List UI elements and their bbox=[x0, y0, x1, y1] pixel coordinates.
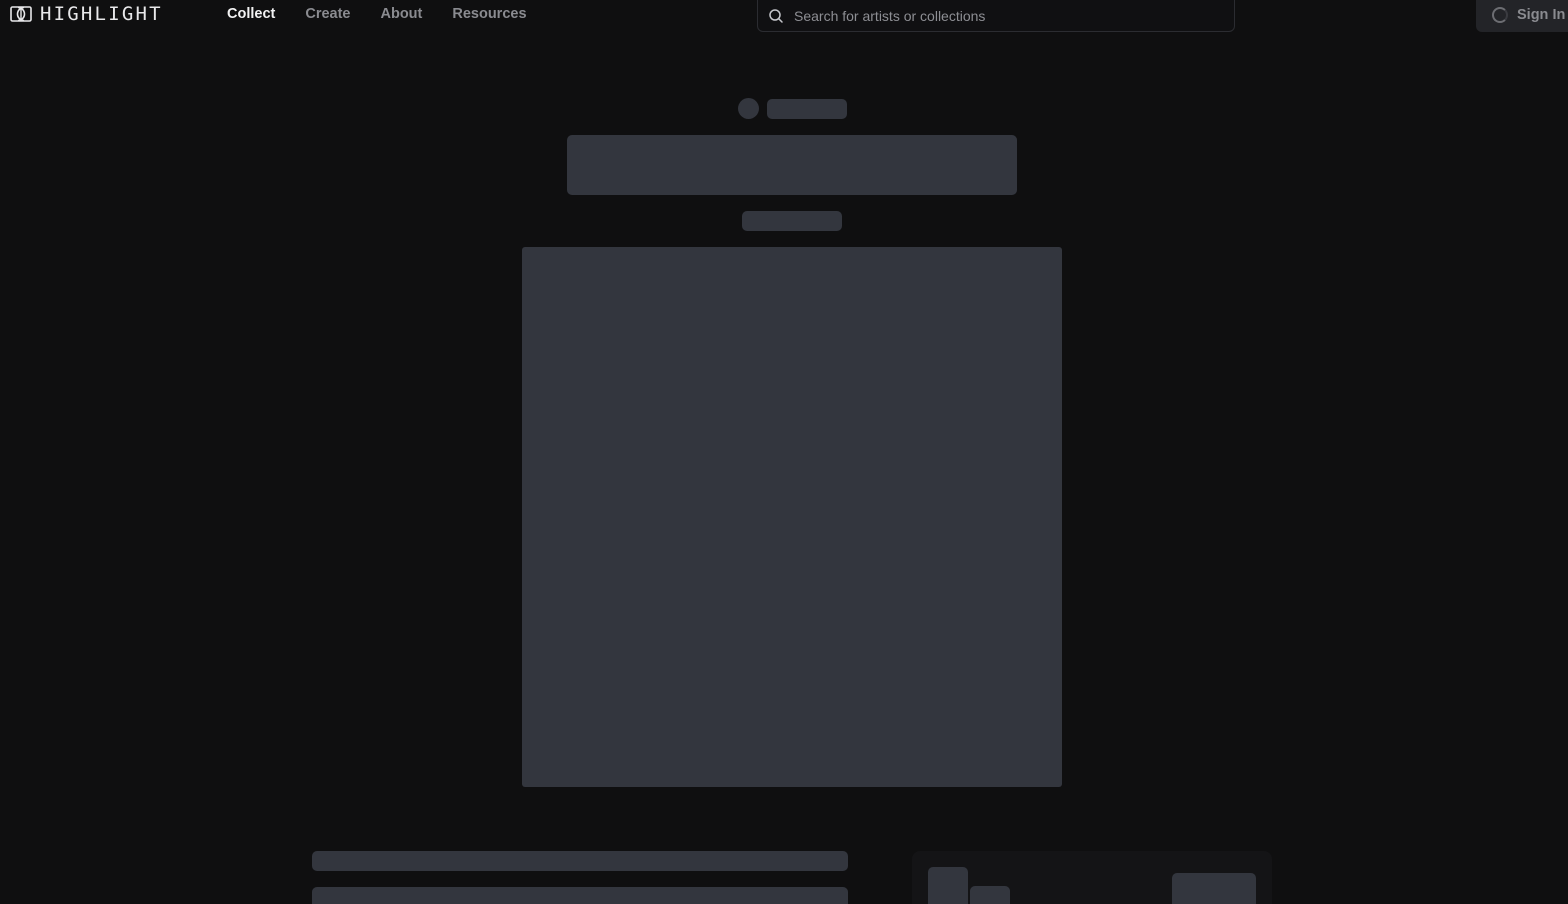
nav-collect[interactable]: Collect bbox=[227, 5, 275, 23]
collection-title-skeleton bbox=[567, 135, 1017, 195]
logo-link[interactable]: HIGHLIGHT bbox=[10, 4, 163, 24]
mint-button-skeleton bbox=[1172, 873, 1256, 904]
page: HIGHLIGHT Collect Create About Resources… bbox=[0, 0, 1568, 904]
creator-avatar-skeleton bbox=[738, 98, 759, 119]
main-nav: Collect Create About Resources bbox=[227, 5, 557, 23]
panel-skeleton-block bbox=[928, 867, 968, 904]
loading-spinner-icon bbox=[1492, 7, 1508, 23]
logo-text: HIGHLIGHT bbox=[40, 3, 163, 25]
search-input[interactable] bbox=[794, 2, 1224, 30]
nav-about[interactable]: About bbox=[380, 5, 422, 23]
collection-subtitle-skeleton bbox=[742, 211, 842, 231]
top-header: HIGHLIGHT Collect Create About Resources… bbox=[0, 0, 1568, 34]
description-skeleton-line bbox=[312, 887, 848, 904]
nav-resources[interactable]: Resources bbox=[452, 5, 526, 23]
search-bar[interactable] bbox=[757, 0, 1235, 32]
search-icon bbox=[768, 8, 784, 24]
artwork-preview-skeleton bbox=[522, 247, 1062, 787]
sign-in-button[interactable]: Sign In bbox=[1476, 0, 1568, 32]
nav-create[interactable]: Create bbox=[305, 5, 350, 23]
panel-skeleton-block bbox=[970, 886, 1010, 904]
sign-in-label: Sign In bbox=[1517, 7, 1566, 23]
description-skeleton-line bbox=[312, 851, 848, 871]
highlight-logo-icon bbox=[10, 6, 32, 22]
creator-name-skeleton bbox=[767, 99, 847, 119]
